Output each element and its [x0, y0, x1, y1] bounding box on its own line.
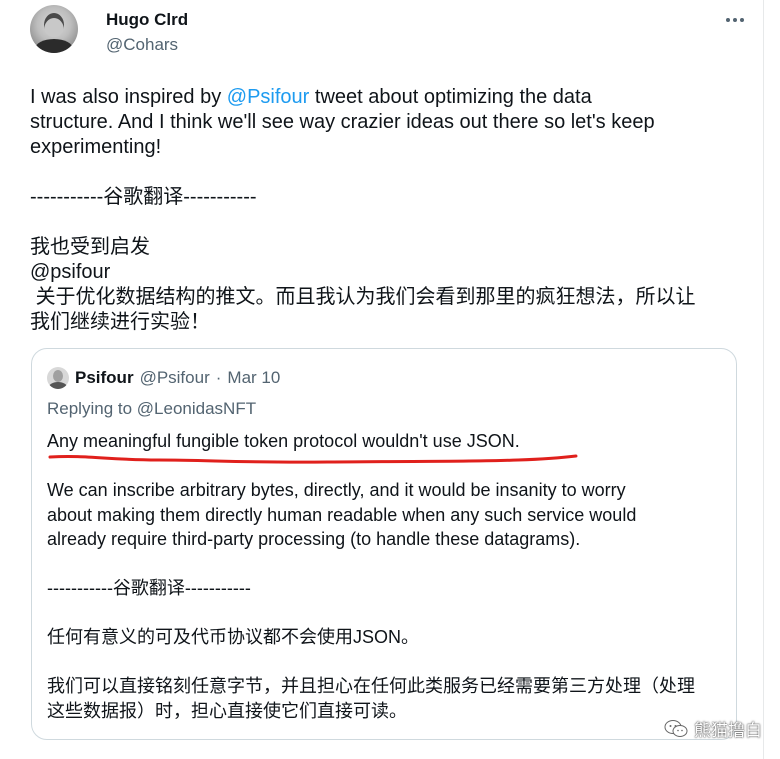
page-right-border [763, 0, 764, 759]
tweet-text: I was also inspired by @Psifour tweet ab… [30, 85, 730, 335]
replying-to: Replying to @LeonidasNFT [47, 399, 256, 419]
quote-author-handle[interactable]: @Psifour [140, 368, 210, 388]
tweet-text-fragment: tweet about optimizing the data [309, 86, 592, 108]
more-dot [726, 18, 730, 22]
quote-author-name[interactable]: Psifour [75, 368, 134, 388]
avatar-head [44, 13, 64, 37]
author-handle[interactable]: @Cohars [106, 35, 178, 55]
tweet-line: @psifour [30, 261, 111, 283]
quote-avatar-face [53, 370, 63, 382]
more-options-icon[interactable] [720, 10, 750, 30]
quote-line: Any meaningful fungible token protocol w… [47, 431, 520, 451]
quote-line: 这些数据报）时，担心直接使它们直接可读。 [47, 700, 407, 721]
replying-mention[interactable]: @LeonidasNFT [137, 399, 256, 418]
avatar-shoulders [35, 39, 73, 53]
quote-line: We can inscribe arbitrary bytes, directl… [47, 480, 626, 500]
replying-prefix: Replying to [47, 399, 137, 418]
wechat-icon [664, 719, 688, 737]
author-name[interactable]: Hugo Clrd [106, 10, 188, 30]
tweet-line: 我们继续进行实验！ [30, 311, 210, 333]
quote-line: already require third-party processing (… [47, 529, 581, 549]
tweet-line: 关于优化数据结构的推文。而且我认为我们会看到那里的疯狂想法，所以让 [30, 286, 696, 308]
quote-avatar-body [49, 382, 67, 389]
mention-link[interactable]: @Psifour [227, 86, 310, 108]
more-dot [733, 18, 737, 22]
quote-text: Any meaningful fungible token protocol w… [47, 429, 727, 723]
tweet-header: Hugo Clrd @Cohars [30, 5, 750, 65]
quote-date[interactable]: Mar 10 [227, 368, 280, 388]
watermark: 熊猫撸白 [664, 716, 762, 741]
translation-separator: -----------谷歌翻译----------- [47, 578, 251, 598]
avatar[interactable] [30, 5, 78, 53]
tweet-line: experimenting! [30, 136, 162, 158]
watermark-text: 熊猫撸白 [694, 721, 762, 740]
tweet-line: 我也受到启发 [30, 236, 150, 258]
red-underline-annotation [48, 454, 578, 464]
tweet-line: structure. And I think we'll see way cra… [30, 111, 655, 133]
quote-line: 我们可以直接铭刻任意字节，并且担心在任何此类服务已经需要第三方处理（处理 [47, 676, 695, 696]
quoted-tweet[interactable]: Psifour @Psifour · Mar 10 Replying to @L… [31, 348, 737, 740]
quote-line: 任何有意义的可及代币协议都不会使用JSON。 [47, 627, 420, 647]
tweet-line: I was also inspired by @Psifour tweet ab… [30, 85, 730, 110]
tweet-text-fragment: I was also inspired by [30, 86, 227, 108]
translation-separator: -----------谷歌翻译----------- [30, 186, 257, 208]
quote-line: about making them directly human readabl… [47, 504, 637, 525]
quote-avatar[interactable] [47, 367, 69, 389]
quote-header: Psifour @Psifour · Mar 10 [47, 367, 280, 389]
more-dot [740, 18, 744, 22]
separator-dot: · [215, 368, 222, 387]
